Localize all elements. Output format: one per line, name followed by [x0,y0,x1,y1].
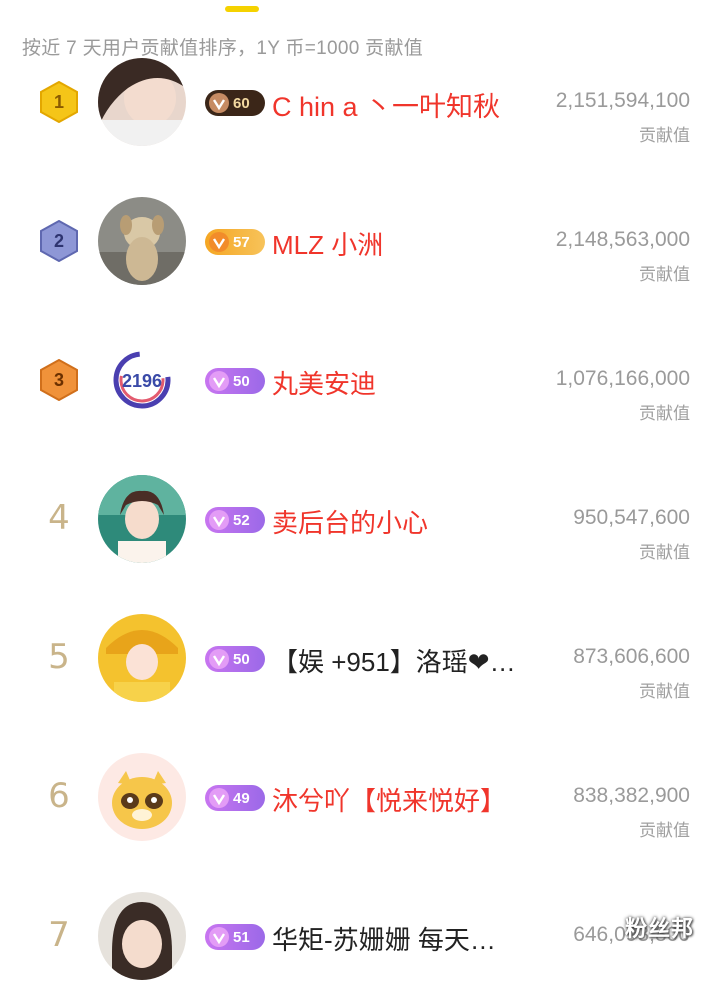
username[interactable]: MLZ 小洲 [272,225,383,262]
user-avatar[interactable] [98,614,186,702]
rank-gold-badge: 1 [40,81,78,123]
contribution-score: 950,547,600 [573,506,690,529]
heart-shield-icon [209,232,229,252]
ranking-row[interactable]: 1 60 C hin a 丶一叶知秋 2,151,594,100 贡献值 [0,33,708,172]
contribution-label: 贡献值 [639,265,690,284]
username[interactable]: 【娱 +951】洛瑶❤… [272,642,534,679]
level-badge: 51 [205,924,265,950]
contribution-score: 1,076,166,000 [555,367,690,390]
rank-number: 7 [48,915,70,955]
user-avatar[interactable] [98,197,186,285]
rank-bronze-badge: 3 [40,359,78,401]
contribution-label: 贡献值 [639,404,690,423]
contribution-label: 贡献值 [639,682,690,701]
level-badge: 52 [205,507,265,533]
contribution-label: 贡献值 [639,543,690,562]
username[interactable]: C hin a 丶一叶知秋 [272,85,500,124]
username[interactable]: 华矩-苏姗姗 每天… [272,920,534,957]
heart-shield-icon [209,510,229,530]
heart-shield-icon [209,371,229,391]
active-tab-indicator [225,6,259,12]
svg-text:2196: 2196 [122,371,162,391]
user-avatar[interactable]: 2196 [98,336,186,424]
ranking-row[interactable]: 6 49 沐兮吖【悦来悦好】 838,382,900 贡献值 [0,728,708,867]
rank-number: 5 [48,637,70,677]
rank-number: 4 [48,498,70,538]
user-avatar[interactable] [98,892,186,980]
username[interactable]: 沐兮吖【悦来悦好】 [272,781,534,818]
level-badge: 50 [205,646,265,672]
rank-number: 6 [48,776,70,816]
rank-silver-badge: 2 [40,220,78,262]
heart-shield-icon [209,927,229,947]
watermark-logo: 粉丝邦 [624,916,694,941]
username[interactable]: 丸美安迪 [272,364,376,401]
contribution-score: 838,382,900 [573,784,690,807]
contribution-label: 贡献值 [639,126,690,145]
contribution-score: 2,151,594,100 [555,89,690,112]
level-badge: 57 [205,229,265,255]
heart-shield-icon [209,93,229,113]
contribution-score: 2,148,563,000 [555,228,690,251]
user-avatar[interactable] [98,58,186,146]
level-badge: 50 [205,368,265,394]
user-avatar[interactable] [98,475,186,563]
heart-shield-icon [209,649,229,669]
heart-shield-icon [209,788,229,808]
level-badge: 60 [205,90,265,116]
user-avatar[interactable] [98,753,186,841]
contribution-score: 873,606,600 [573,645,690,668]
ranking-row[interactable]: 2 57 MLZ 小洲 2,148,563,000 贡献值 [0,172,708,311]
ranking-row[interactable]: 5 50 【娱 +951】洛瑶❤… 873,606,600 贡献值 [0,589,708,728]
ranking-row[interactable]: 4 52 卖后台的小心 950,547,600 贡献值 [0,450,708,589]
ranking-row[interactable]: 7 51 华矩-苏姗姗 每天… 646,093,800 [0,867,708,1006]
contribution-label: 贡献值 [639,821,690,840]
ranking-row[interactable]: 3 2196 50 丸美安迪 1,076,166,000 贡献值 [0,311,708,450]
level-badge: 49 [205,785,265,811]
username[interactable]: 卖后台的小心 [272,503,428,540]
